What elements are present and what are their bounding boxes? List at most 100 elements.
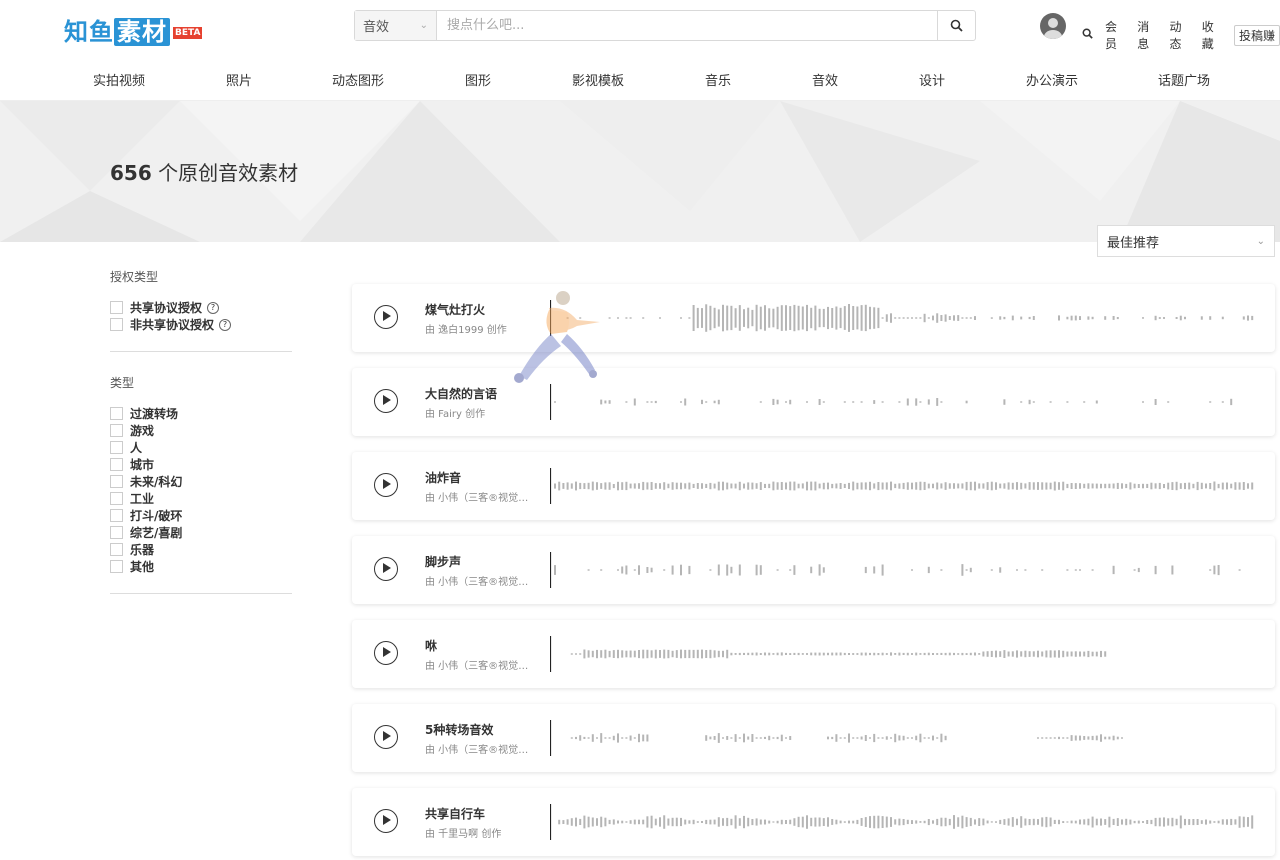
checkbox[interactable] xyxy=(110,424,123,437)
filter-type-other[interactable]: 其他 xyxy=(110,558,292,575)
checkbox[interactable] xyxy=(110,509,123,522)
checkbox[interactable] xyxy=(110,318,123,331)
help-icon[interactable]: ? xyxy=(219,318,232,331)
site-logo[interactable]: 知鱼 素材 BETA xyxy=(64,12,203,47)
sound-title[interactable]: 脚步声 xyxy=(425,553,461,570)
nav-item-video-templates[interactable]: 影视模板 xyxy=(572,70,624,89)
filter-type-city[interactable]: 城市 xyxy=(110,456,292,473)
waveform[interactable] xyxy=(550,300,1255,336)
waveform[interactable] xyxy=(550,384,1255,420)
filter-license-nonshared[interactable]: 非共享协议授权? xyxy=(110,316,292,333)
sound-card[interactable]: 咻 由 小伟（三客®视觉工作室）创作 xyxy=(352,620,1275,688)
waveform-bar xyxy=(906,482,909,490)
nav-item-topics[interactable]: 话题广场 xyxy=(1158,70,1210,89)
play-icon[interactable] xyxy=(374,473,398,497)
search-input[interactable] xyxy=(437,11,937,40)
search-category-select[interactable]: 音效 ⌄ xyxy=(355,11,437,40)
play-icon[interactable] xyxy=(374,641,398,665)
link-messages[interactable]: 消息 xyxy=(1137,18,1157,52)
waveform-bar xyxy=(780,482,783,490)
sound-author[interactable]: 由 小伟（三客®视觉工作室）创作 xyxy=(425,489,529,504)
checkbox[interactable] xyxy=(110,441,123,454)
waveform-bar xyxy=(1062,481,1065,491)
sound-title[interactable]: 5种转场音效 xyxy=(425,721,493,738)
sound-title[interactable]: 大自然的言语 xyxy=(425,385,497,402)
waveform-bar xyxy=(680,564,682,576)
checkbox[interactable] xyxy=(110,543,123,556)
sort-select[interactable]: 最佳推荐 ⌄ xyxy=(1097,225,1275,257)
waveform-bar xyxy=(1058,482,1060,490)
waveform[interactable] xyxy=(550,804,1255,840)
waveform-bar xyxy=(869,816,871,828)
filter-type-instrument[interactable]: 乐器 xyxy=(110,541,292,558)
nav-item-graphics[interactable]: 图形 xyxy=(465,70,491,89)
filter-type-transition[interactable]: 过渡转场 xyxy=(110,405,292,422)
waveform-bar xyxy=(898,401,901,403)
waveform-bar xyxy=(1251,482,1254,490)
waveform-bar xyxy=(965,481,968,491)
nav-item-music[interactable]: 音乐 xyxy=(705,70,731,89)
waveform[interactable] xyxy=(550,468,1255,504)
play-icon[interactable] xyxy=(374,389,398,413)
sound-card[interactable]: 煤气灶打火 由 逸白1999 创作 xyxy=(352,284,1275,352)
filter-type-industry[interactable]: 工业 xyxy=(110,490,292,507)
sound-card[interactable]: 5种转场音效 由 小伟（三客®视觉工作室）创作 xyxy=(352,704,1275,772)
sound-card[interactable]: 大自然的言语 由 Fairy 创作 xyxy=(352,368,1275,436)
waveform-bar xyxy=(709,482,712,490)
search-button[interactable] xyxy=(937,11,975,40)
checkbox[interactable] xyxy=(110,526,123,539)
link-membership[interactable]: 会员 xyxy=(1105,18,1125,52)
waveform-bar xyxy=(835,652,838,656)
sound-title[interactable]: 共享自行车 xyxy=(425,805,485,822)
filter-type-game[interactable]: 游戏 xyxy=(110,422,292,439)
play-icon[interactable] xyxy=(374,809,398,833)
waveform[interactable] xyxy=(550,636,1255,672)
play-icon[interactable] xyxy=(374,305,398,329)
header-search-icon[interactable] xyxy=(1082,28,1093,42)
help-icon[interactable]: ? xyxy=(207,301,220,314)
nav-item-motion-graphics[interactable]: 动态图形 xyxy=(332,70,384,89)
waveform-bar xyxy=(999,567,1002,573)
filter-type-people[interactable]: 人 xyxy=(110,439,292,456)
checkbox[interactable] xyxy=(110,407,123,420)
waveform[interactable] xyxy=(550,720,1255,756)
play-icon[interactable] xyxy=(374,725,398,749)
sound-card[interactable]: 共享自行车 由 千里马啊 创作 xyxy=(352,788,1275,856)
waveform[interactable] xyxy=(550,552,1255,588)
filter-license-shared[interactable]: 共享协议授权? xyxy=(110,299,292,316)
nav-item-office[interactable]: 办公演示 xyxy=(1026,70,1078,89)
waveform-bar xyxy=(579,482,582,490)
avatar[interactable] xyxy=(1040,13,1066,39)
checkbox[interactable] xyxy=(110,301,123,314)
waveform-bar xyxy=(1049,401,1052,403)
sound-title[interactable]: 咻 xyxy=(425,637,437,654)
sound-title[interactable]: 油炸音 xyxy=(425,469,461,486)
filter-type-comedy[interactable]: 综艺/喜剧 xyxy=(110,524,292,541)
sound-author[interactable]: 由 千里马啊 创作 xyxy=(425,825,529,840)
sound-card[interactable]: 油炸音 由 小伟（三客®视觉工作室）创作 xyxy=(352,452,1275,520)
sound-author[interactable]: 由 小伟（三客®视觉工作室）创作 xyxy=(425,657,529,672)
link-favorites[interactable]: 收藏 xyxy=(1202,18,1222,52)
sound-author[interactable]: 由 小伟（三客®视觉工作室）创作 xyxy=(425,741,529,756)
checkbox[interactable] xyxy=(110,560,123,573)
nav-item-live-video[interactable]: 实拍视频 xyxy=(93,70,145,89)
sound-card[interactable]: 脚步声 由 小伟（三客®视觉工作室）创作 xyxy=(352,536,1275,604)
play-icon[interactable] xyxy=(374,557,398,581)
search-category-label: 音效 xyxy=(363,20,390,35)
checkbox[interactable] xyxy=(110,475,123,488)
waveform-bar xyxy=(1066,316,1069,320)
nav-item-design[interactable]: 设计 xyxy=(919,70,945,89)
checkbox[interactable] xyxy=(110,492,123,505)
sound-title[interactable]: 煤气灶打火 xyxy=(425,301,485,318)
contribute-button[interactable]: 投稿赚 xyxy=(1234,24,1280,46)
link-activity[interactable]: 动态 xyxy=(1170,18,1190,52)
waveform-bar xyxy=(642,734,645,742)
nav-item-sound-effects[interactable]: 音效 xyxy=(812,70,838,89)
nav-item-photos[interactable]: 照片 xyxy=(226,70,252,89)
filter-type-scifi[interactable]: 未来/科幻 xyxy=(110,473,292,490)
filter-type-fight[interactable]: 打斗/破环 xyxy=(110,507,292,524)
sound-author[interactable]: 由 小伟（三客®视觉工作室）创作 xyxy=(425,573,529,588)
waveform-bar xyxy=(873,307,876,329)
sound-author[interactable]: 由 Fairy 创作 xyxy=(425,405,529,420)
checkbox[interactable] xyxy=(110,458,123,471)
